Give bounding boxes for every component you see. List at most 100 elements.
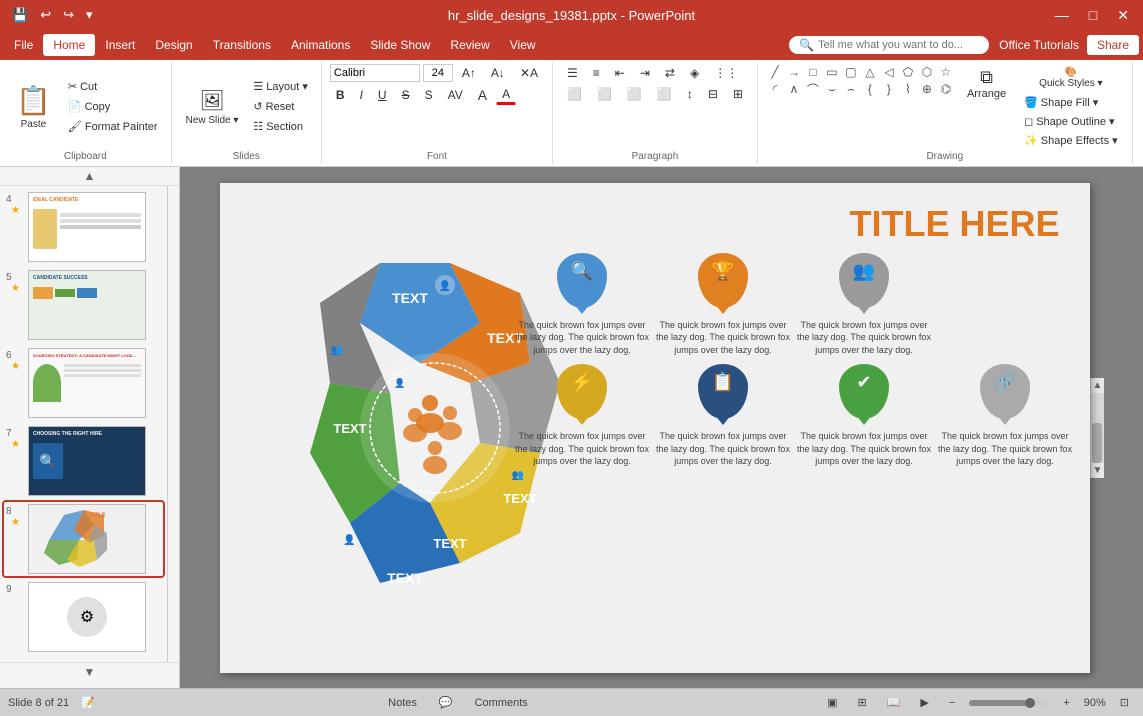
slide-thumb-6[interactable]: 6 ★ SOURCING STRATEGY: A CANDIDATE MIGHT… <box>4 346 163 420</box>
italic-btn[interactable]: I <box>354 86 369 104</box>
shape-fill-button[interactable]: 🪣 Shape Fill ▾ <box>1018 94 1124 111</box>
slide-thumb-9[interactable]: 9 ★ ⚙ <box>4 580 163 654</box>
font-size-input[interactable] <box>423 64 453 82</box>
quick-styles-button[interactable]: 🎨 Quick Styles ▾ <box>1018 64 1124 92</box>
char-spacing-btn[interactable]: AV <box>442 86 469 104</box>
slide-sorter-btn[interactable]: ⊞ <box>851 694 872 711</box>
scroll-thumb[interactable] <box>1092 423 1102 463</box>
fit-window-btn[interactable]: ⊡ <box>1114 694 1135 711</box>
shape-c5[interactable]: ⌢ <box>842 81 860 97</box>
shape-c10[interactable]: ⌬ <box>937 81 955 97</box>
scroll-up-arrow[interactable]: ▲ <box>1091 378 1104 393</box>
text-direction-btn[interactable]: ⇄ <box>659 64 681 82</box>
shape-star[interactable]: ☆ <box>937 64 955 80</box>
align-justify-btn[interactable]: ⬜ <box>651 85 678 103</box>
shape-line[interactable]: ╱ <box>766 64 784 80</box>
font-name-input[interactable] <box>330 64 420 82</box>
shape-rtri[interactable]: ◁ <box>880 64 898 80</box>
bullet-list-btn[interactable]: ☰ <box>561 64 584 82</box>
shape-c8[interactable]: ⌇ <box>899 81 917 97</box>
indent-inc-btn[interactable]: ⇥ <box>634 64 656 82</box>
slide-scroll-down[interactable]: ▼ <box>0 662 179 681</box>
close-btn[interactable]: ✕ <box>1111 7 1135 24</box>
zoom-handle[interactable] <box>1025 698 1035 708</box>
zoom-out-btn[interactable]: − <box>943 695 961 711</box>
minimize-btn[interactable]: — <box>1049 7 1075 23</box>
menu-view[interactable]: View <box>500 34 546 56</box>
zoom-slider[interactable] <box>969 700 1049 706</box>
slide-thumb-7[interactable]: 7 ★ CHOOSING THE RIGHT HIRE 🔍 <box>4 424 163 498</box>
menu-file[interactable]: File <box>4 34 43 56</box>
maximize-btn[interactable]: □ <box>1083 7 1103 23</box>
shape-rect[interactable]: □ <box>804 64 822 80</box>
redo-qa-btn[interactable]: ↪ <box>59 5 78 25</box>
reset-button[interactable]: ↺ Reset <box>248 98 312 115</box>
shape-hex[interactable]: ⬡ <box>918 64 936 80</box>
col-btn[interactable]: ⋮⋮ <box>708 64 744 82</box>
customize-qa-btn[interactable]: ▾ <box>82 5 97 25</box>
scroll-down-arrow[interactable]: ▼ <box>1091 463 1104 478</box>
share-button[interactable]: Share <box>1087 35 1139 55</box>
align-text-btn[interactable]: ⊟ <box>702 85 724 103</box>
copy-button[interactable]: 📄 Copy <box>63 98 163 115</box>
underline-btn[interactable]: U <box>372 86 393 104</box>
strikethrough-btn[interactable]: S <box>396 86 416 104</box>
undo-qa-btn[interactable]: ↩ <box>36 5 55 25</box>
section-button[interactable]: ☷ Section <box>248 118 312 135</box>
num-list-btn[interactable]: ≡ <box>587 64 606 82</box>
align-center-btn[interactable]: ⬜ <box>591 85 618 103</box>
line-spacing-btn[interactable]: ↕ <box>681 85 699 103</box>
shape-c9[interactable]: ⊕ <box>918 81 936 97</box>
bold-btn[interactable]: B <box>330 86 351 104</box>
menu-home[interactable]: Home <box>43 34 95 56</box>
arrange-button[interactable]: ⧉ Arrange <box>961 64 1012 103</box>
menu-design[interactable]: Design <box>145 34 202 56</box>
increase-font-btn[interactable]: A↑ <box>456 64 482 82</box>
decrease-font-btn[interactable]: A↓ <box>485 64 511 82</box>
office-tutorials-link[interactable]: Office Tutorials <box>999 38 1079 52</box>
text-shadow-btn[interactable]: S <box>419 86 439 104</box>
normal-view-btn[interactable]: ▣ <box>821 694 843 711</box>
convert-smartart-btn[interactable]: ◈ <box>684 64 705 82</box>
menu-review[interactable]: Review <box>440 34 499 56</box>
menu-animations[interactable]: Animations <box>281 34 360 56</box>
search-input[interactable] <box>818 39 978 51</box>
shape-c1[interactable]: ◜ <box>766 81 784 97</box>
paste-button[interactable]: 📋 Paste <box>8 80 59 134</box>
menu-search-box[interactable]: 🔍 <box>789 36 989 54</box>
notes-button[interactable]: Notes <box>382 695 423 711</box>
menu-insert[interactable]: Insert <box>95 34 145 56</box>
new-slide-button[interactable]: 🖼 New Slide ▾ <box>180 85 245 129</box>
slideshow-btn[interactable]: ▶ <box>914 694 934 711</box>
format-painter-button[interactable]: 🖌 Format Painter <box>63 118 163 135</box>
shape-c4[interactable]: ⌣ <box>823 81 841 97</box>
shape-c3[interactable]: ⌒ <box>804 81 822 97</box>
shape-tri[interactable]: △ <box>861 64 879 80</box>
shape-effects-button[interactable]: ✨ Shape Effects ▾ <box>1018 132 1124 149</box>
slide-thumb-8[interactable]: 8 ★ TITLE <box>4 502 163 576</box>
clear-format-btn[interactable]: ✕A <box>514 64 544 82</box>
slide-scroll-up[interactable]: ▲ <box>0 167 179 186</box>
menu-slideshow[interactable]: Slide Show <box>360 34 440 56</box>
shape-c2[interactable]: ∧ <box>785 81 803 97</box>
save-qa-btn[interactable]: 💾 <box>8 5 32 25</box>
scroll-track[interactable] <box>1091 393 1104 463</box>
slide-thumb-4[interactable]: 4 ★ IDEAL CANDIDATE <box>4 190 163 264</box>
shape-round[interactable]: ▢ <box>842 64 860 80</box>
shape-c6[interactable]: { <box>861 81 879 97</box>
shape-rect2[interactable]: ▭ <box>823 64 841 80</box>
cut-button[interactable]: ✂ Cut <box>63 78 163 95</box>
shape-outline-button[interactable]: ◻ Shape Outline ▾ <box>1018 113 1124 130</box>
shape-arrow[interactable]: → <box>785 64 803 80</box>
slide-canvas[interactable]: TITLE HERE <box>220 183 1090 673</box>
reading-view-btn[interactable]: 📖 <box>881 694 907 711</box>
right-scrollbar[interactable]: ▲ ▼ <box>1090 378 1104 478</box>
align-left-btn[interactable]: ⬜ <box>561 85 588 103</box>
zoom-in-btn[interactable]: + <box>1057 695 1075 711</box>
smartart-btn[interactable]: ⊞ <box>727 85 749 103</box>
font-color-btn[interactable]: A <box>496 85 516 105</box>
comments-button[interactable]: Comments <box>469 695 534 711</box>
shape-pent[interactable]: ⬠ <box>899 64 917 80</box>
font-size-big-btn[interactable]: A <box>472 85 493 105</box>
menu-transitions[interactable]: Transitions <box>203 34 281 56</box>
